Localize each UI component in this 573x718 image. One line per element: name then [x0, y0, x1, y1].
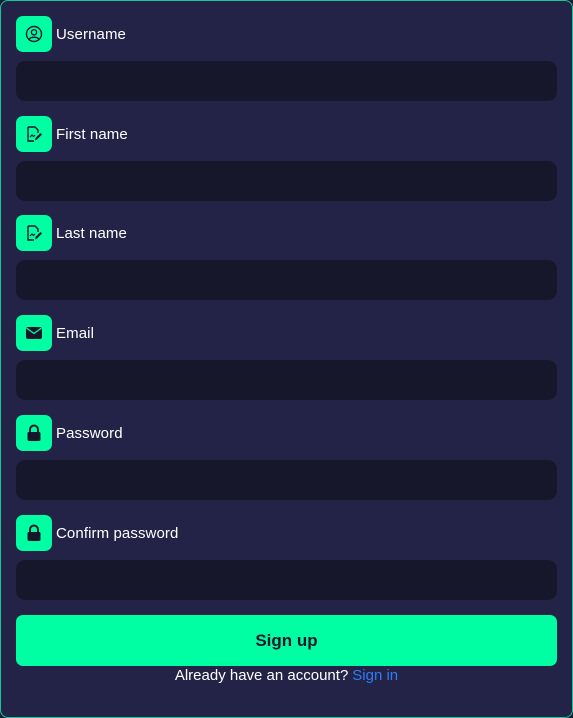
- sign-in-link[interactable]: Sign in: [352, 667, 398, 684]
- confirm-password-label-row: Confirm password: [16, 515, 557, 551]
- signup-card: Username First name Last name Email Pass…: [0, 0, 573, 718]
- password-input[interactable]: [16, 460, 557, 500]
- password-label-row: Password: [16, 415, 557, 451]
- footer: Already have an account? Sign in: [1, 667, 572, 684]
- email-input[interactable]: [16, 360, 557, 400]
- edit-document-icon: [16, 215, 52, 251]
- username-label-row: Username: [16, 16, 557, 52]
- confirm-password-input[interactable]: [16, 560, 557, 600]
- username-input[interactable]: [16, 61, 557, 101]
- email-group: Email: [16, 315, 557, 400]
- first-name-label-row: First name: [16, 116, 557, 152]
- password-label: Password: [56, 424, 123, 442]
- user-circle-icon: [16, 16, 52, 52]
- confirm-password-label: Confirm password: [56, 524, 179, 542]
- first-name-group: First name: [16, 116, 557, 201]
- password-group: Password: [16, 415, 557, 500]
- first-name-input[interactable]: [16, 161, 557, 201]
- last-name-label: Last name: [56, 224, 127, 242]
- username-label: Username: [56, 25, 126, 43]
- lock-icon: [16, 515, 52, 551]
- last-name-group: Last name: [16, 215, 557, 300]
- email-label: Email: [56, 324, 95, 342]
- email-label-row: Email: [16, 315, 557, 351]
- username-group: Username: [16, 16, 557, 101]
- sign-up-button[interactable]: Sign up: [16, 615, 557, 666]
- footer-text: Already have an account?: [174, 667, 349, 684]
- last-name-input[interactable]: [16, 260, 557, 300]
- lock-icon: [16, 415, 52, 451]
- confirm-password-group: Confirm password: [16, 515, 557, 600]
- last-name-label-row: Last name: [16, 215, 557, 251]
- edit-document-icon: [16, 116, 52, 152]
- first-name-label: First name: [56, 125, 128, 143]
- envelope-icon: [16, 315, 52, 351]
